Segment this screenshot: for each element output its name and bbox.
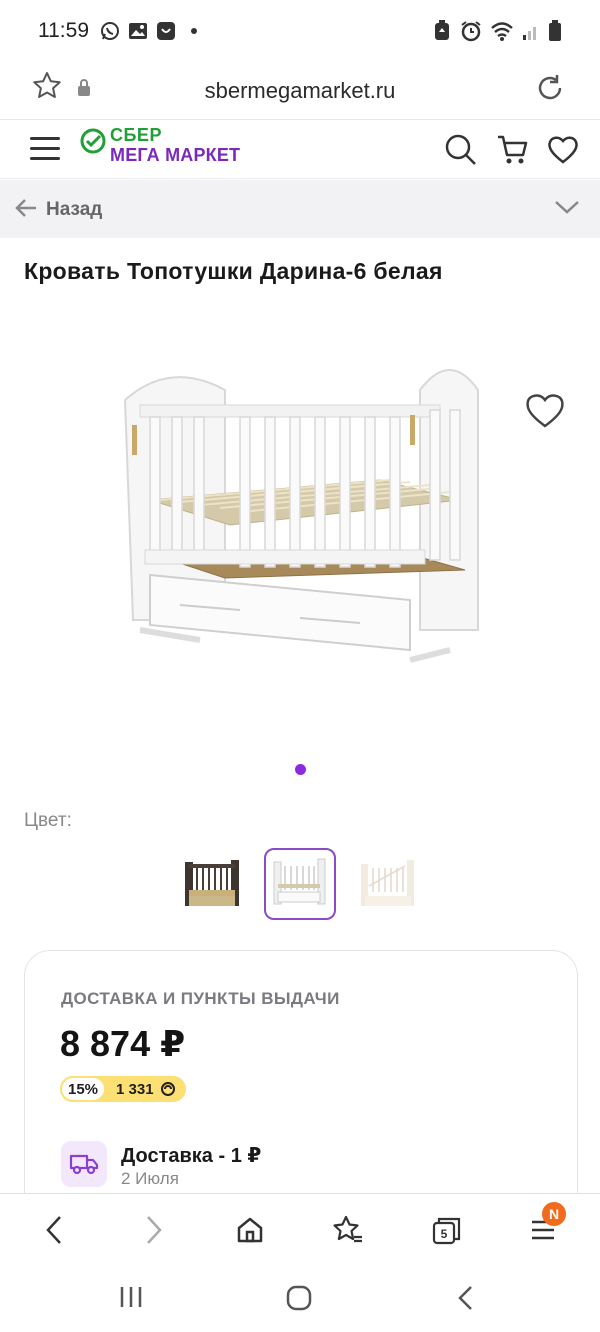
bonus-badge: 15% 1 331 [60,1076,186,1102]
system-back-icon[interactable] [456,1285,476,1316]
cart-icon[interactable] [496,133,530,167]
browser-home-icon[interactable] [232,1212,268,1248]
delivery-heading: ДОСТАВКА И ПУНКТЫ ВЫДАЧИ [61,989,340,1008]
back-bar[interactable]: Назад [0,180,600,238]
chevron-down-icon[interactable] [554,199,580,220]
search-icon[interactable] [444,133,478,167]
bonus-amount: 1 331 [116,1080,154,1098]
bonus-coin-icon [160,1082,175,1096]
browser-bookmarks-icon[interactable] [330,1212,366,1248]
menu-icon[interactable] [30,137,60,161]
delivery-date: 2 Июля [121,1169,179,1188]
product-title: Кровать Топотушки Дарина-6 белая [24,258,443,284]
wifi-icon [491,22,513,41]
back-label[interactable]: Назад [46,199,102,221]
recent-apps-icon[interactable] [118,1285,144,1314]
crib-illustration [123,369,479,663]
status-time: 11:59 [38,19,89,42]
color-label: Цвет: [24,810,72,831]
favorites-heart-icon[interactable] [546,133,580,167]
system-navigation [0,1263,600,1332]
color-swatch-ivory[interactable] [352,848,424,920]
lock-icon [76,78,92,103]
product-image[interactable] [110,350,490,700]
tab-count: 5 [441,1227,448,1241]
product-favorite-heart-icon[interactable] [524,390,566,430]
bonus-percent: 15% [60,1076,107,1102]
price: 8 874 ₽ [60,1023,186,1064]
alarm-icon [461,21,481,42]
browser-forward-icon[interactable] [136,1212,172,1248]
whatsapp-icon [99,20,121,42]
notification-dot-icon [183,20,205,42]
recycle-icon [435,20,449,40]
status-icons [432,20,562,42]
logo[interactable]: СБЕР МЕГА МАРКЕТ [80,125,240,165]
color-swatch-white[interactable] [264,848,336,920]
reload-icon[interactable] [534,72,566,109]
browser-toolbar: 5 N [0,1193,600,1263]
address-bar[interactable]: sbermegamarket.ru [0,62,600,120]
menu-badge: N [542,1202,566,1226]
sber-logo-icon [80,128,106,154]
logo-line1: СБЕР [110,125,162,145]
delivery-title[interactable]: Доставка - 1 ₽ [121,1143,261,1168]
delivery-truck-icon [61,1141,107,1187]
status-bar: 11:59 [0,0,600,62]
browser-back-icon[interactable] [36,1212,72,1248]
browser-tabs-icon[interactable]: 5 [428,1212,464,1248]
site-header: СБЕР МЕГА МАРКЕТ [0,121,600,179]
shopping-bag-icon [155,20,177,42]
signal-icon [523,27,536,40]
bookmark-star-icon[interactable] [32,71,62,106]
back-arrow-icon[interactable] [14,197,38,224]
gallery-icon [127,20,149,42]
color-swatch-dark[interactable] [176,848,248,920]
logo-line2: МЕГА МАРКЕТ [110,145,241,165]
home-icon[interactable] [286,1285,312,1316]
carousel-dot[interactable] [295,764,306,775]
battery-icon [549,20,561,41]
